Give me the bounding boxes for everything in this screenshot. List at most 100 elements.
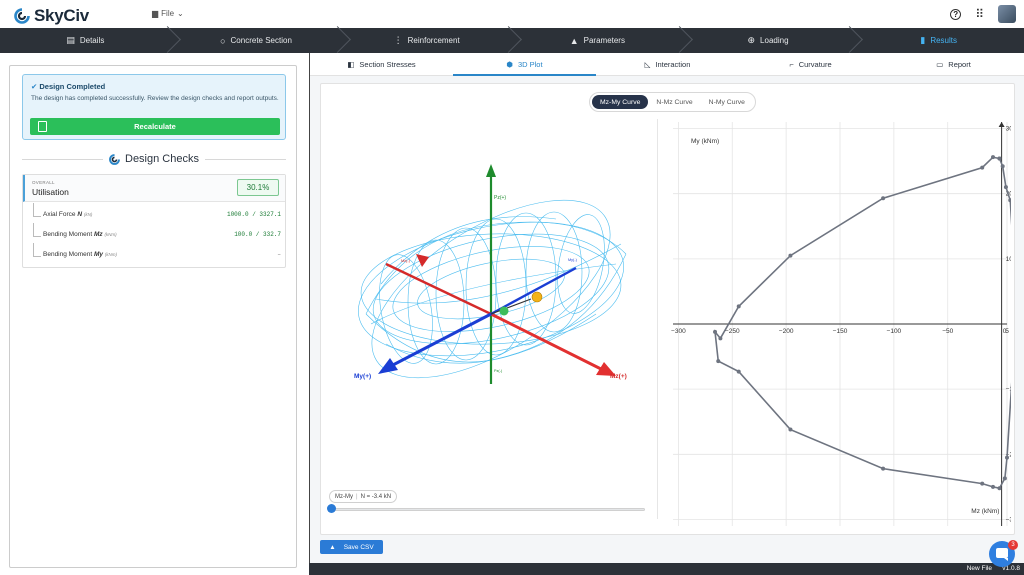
curve-point — [1003, 185, 1008, 190]
document-icon: ▮ — [920, 35, 926, 45]
step-loading[interactable]: ⊕ Loading — [683, 28, 854, 53]
workflow-steps: ▤ Details ○ Concrete Section ⋮ Reinforcemen… — [0, 28, 1024, 53]
circle-icon: ○ — [220, 35, 226, 46]
design-checks-header: Design Checks — [22, 150, 286, 168]
step-label: Results — [930, 36, 958, 45]
curve-toggle: Mz-My Curve N-Mz Curve N-My Curve — [589, 92, 756, 112]
save-csv-button[interactable]: ▲ Save CSV — [320, 540, 383, 554]
x-tick-label: −300 — [671, 328, 686, 335]
axial-load-slider-thumb[interactable] — [327, 504, 336, 513]
avatar[interactable] — [998, 5, 1016, 23]
curve-point — [1008, 198, 1011, 203]
dots-icon: ⋮ — [393, 35, 403, 45]
skyciv-logo[interactable]: SkyCiv — [14, 6, 89, 26]
step-label: Details — [79, 36, 105, 45]
check-value: 1000.0 / 3327.1 — [226, 211, 281, 218]
step-concrete-section[interactable]: ○ Concrete Section — [171, 28, 342, 53]
slider-value: N = -3.4 kN — [360, 493, 392, 500]
y-axis-label: My (kNm) — [691, 138, 719, 145]
plot-divider — [657, 119, 658, 519]
check-row-axial-force: Axial Force N (kN) 1000.0 / 3327.1 — [33, 203, 281, 225]
curve-point — [980, 481, 985, 486]
curve-point — [736, 369, 741, 374]
step-label: Reinforcement — [407, 36, 460, 45]
clipboard-icon: ▤ — [66, 35, 75, 45]
skyciv-mark-icon — [109, 153, 120, 165]
alert-text: The design has completed successfully. R… — [31, 95, 279, 102]
axis-label-my-pos: My(+) — [354, 373, 371, 380]
curve-point — [788, 427, 793, 432]
curve-point — [713, 329, 718, 334]
toggle-n-my-curve[interactable]: N-My Curve — [701, 95, 753, 109]
step-parameters[interactable]: ▲ Parameters — [512, 28, 683, 53]
curve-point — [990, 155, 995, 160]
y-tick-label: −100 — [1006, 386, 1011, 393]
step-label: Parameters — [583, 36, 625, 45]
utilisation-label: Utilisation — [32, 187, 69, 197]
download-icon: ▲ — [329, 543, 336, 551]
tab-section-stresses[interactable]: ◧ Section Stresses — [310, 53, 453, 75]
interaction-icon: ◺ — [644, 59, 651, 69]
recalculate-button[interactable]: Recalculate — [30, 118, 280, 135]
triangle-icon: ▲ — [569, 35, 579, 46]
curve-point — [716, 359, 721, 364]
axial-load-slider-track[interactable] — [331, 508, 645, 511]
plot-card: Mz-My Curve N-Mz Curve N-My Curve Pz(+) … — [320, 83, 1015, 535]
axis-label-my-neg: My(-) — [568, 258, 578, 262]
calculator-icon — [38, 121, 47, 132]
axis-label-mz-neg: Mz(-) — [401, 259, 411, 263]
utilisation-summary[interactable]: OVERALL Utilisation 30.1% — [23, 175, 285, 202]
curve-point — [788, 253, 793, 258]
utilisation-badge: 30.1% — [237, 179, 279, 196]
footer-bar: New File v1.0.8 — [309, 563, 1024, 575]
curve-point — [997, 486, 1002, 491]
axis-label-mz-pos: Mz(+) — [610, 373, 627, 380]
3d-interaction-plot[interactable]: Pz(+) My(+) Mz(+) Mz(-) My(-) Pz(-) — [326, 144, 656, 474]
file-menu[interactable]: ▆ File ⌄ — [152, 9, 184, 18]
curve-point — [736, 304, 741, 309]
axis-label-pz-pos: Pz(+) — [494, 195, 506, 201]
design-checks-title: Design Checks — [125, 153, 199, 165]
step-reinforcement[interactable]: ⋮ Reinforcement — [341, 28, 512, 53]
chat-notification-badge: 3 — [1008, 540, 1018, 550]
curvature-icon: ⌐ — [789, 59, 794, 69]
curve-point — [1005, 455, 1009, 460]
curve-point — [997, 156, 1002, 161]
apps-grid-icon[interactable]: ⠿ — [975, 7, 984, 21]
step-label: Concrete Section — [230, 36, 292, 45]
mz-my-curve-chart[interactable]: −300−250−200−150−100−5005300200100−100−2… — [661, 116, 1011, 531]
results-summary-panel: ✔ Design Completed The design has comple… — [9, 65, 297, 568]
help-icon[interactable]: ? — [950, 8, 962, 20]
x-tick-label: −250 — [725, 328, 740, 335]
x-tick-label: 5 — [1005, 328, 1009, 335]
check-value: – — [277, 251, 281, 258]
tab-3d-plot[interactable]: ⬢ 3D Plot — [453, 53, 596, 76]
curve-point — [718, 336, 723, 341]
save-csv-label: Save CSV — [343, 543, 374, 551]
toggle-mz-my-curve[interactable]: Mz-My Curve — [592, 95, 649, 109]
overall-label: OVERALL — [32, 180, 55, 185]
step-results[interactable]: ▮ Results — [853, 28, 1024, 53]
app-name: SkyCiv — [34, 6, 89, 25]
target-icon: ⊕ — [747, 35, 756, 45]
x-tick-label: −50 — [942, 328, 953, 335]
curve-point — [1000, 164, 1005, 169]
check-value: 100.0 / 332.7 — [234, 231, 281, 238]
check-row-bending-mz: Bending Moment Mz (kNm) 100.0 / 332.7 — [33, 223, 281, 245]
x-tick-label: −100 — [887, 328, 902, 335]
top-bar: SkyCiv ▆ File ⌄ ? ⠿ — [0, 0, 1024, 28]
y-tick-label: 300 — [1006, 126, 1011, 133]
axis-label-pz-neg: Pz(-) — [494, 369, 503, 373]
alert-title: ✔ Design Completed — [31, 82, 106, 91]
tab-report[interactable]: ▭ Report — [882, 53, 1024, 75]
curve-point — [990, 484, 995, 489]
recalculate-label: Recalculate — [134, 122, 176, 131]
curve-point — [980, 165, 985, 170]
check-row-bending-my: Bending Moment My (kNm) – — [33, 243, 281, 265]
stress-icon: ◧ — [347, 59, 355, 69]
step-details[interactable]: ▤ Details — [0, 28, 171, 53]
toggle-n-mz-curve[interactable]: N-Mz Curve — [648, 95, 700, 109]
y-tick-label: −300 — [1006, 516, 1011, 523]
tab-curvature[interactable]: ⌐ Curvature — [739, 53, 882, 75]
tab-interaction[interactable]: ◺ Interaction — [596, 53, 739, 75]
